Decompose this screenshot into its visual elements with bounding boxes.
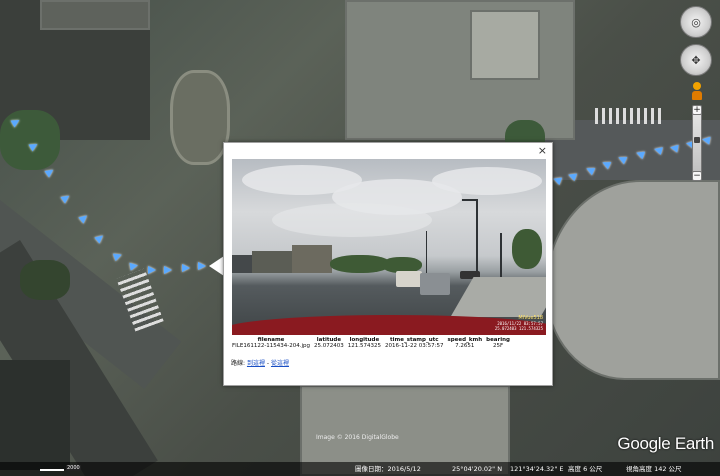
map-trees [0,110,60,170]
track-arrow-icon[interactable] [164,266,172,274]
table-cell: FILE161122-115434-204.jpg [232,343,311,349]
look-control[interactable]: ◎ [680,6,712,38]
table-cell: 25.072403 [314,343,344,349]
photo-tree [330,255,390,273]
map-building [40,0,150,30]
photo-timestamp: 2016/11/22 03:57:57 25.072403 121.574325 [495,321,543,331]
latitude-readout: 25°04'20.02" N [452,465,503,473]
track-arrow-icon[interactable] [669,143,679,153]
photo-building [292,245,332,273]
placemark-balloon: × MiVue518 2016/11/22 03:57:57 25.072403… [223,142,553,386]
attributes-table: filename latitude longitude time_stamp_u… [230,337,512,349]
balloon-pointer [209,256,224,276]
directions-to-here-link[interactable]: 到這裡 [247,360,265,367]
track-arrow-icon[interactable] [148,266,156,274]
map-building [345,0,575,140]
pegman-icon[interactable] [691,82,703,100]
zoom-in-button[interactable]: + [692,105,702,115]
directions-links: 路線: 到這裡 - 從這裡 [231,358,289,367]
photo-building [232,255,252,273]
table-cell: 25F [492,343,504,349]
map-building [545,180,720,380]
photo-car [420,273,450,295]
scale-label: 2000 [66,465,81,471]
close-button[interactable]: × [538,145,547,157]
track-arrow-icon[interactable] [60,192,72,204]
compass-icon: ◎ [691,15,701,29]
table-row: FILE161122-115434-204.jpg 25.072403 121.… [230,343,512,349]
navigation-controls: ◎ ✥ + − [680,6,714,181]
imagery-date: 圖像日期：2016/5/12 [355,465,421,473]
eye-altitude-readout: 視角高度 142 公尺 [626,465,682,473]
move-arrows-icon: ✥ [691,53,701,67]
track-arrow-icon[interactable] [198,262,206,270]
pegman-head [693,82,701,90]
zoom-out-button[interactable]: − [692,171,702,181]
map-building [0,360,70,470]
table-cell: 7.2651 [455,343,475,349]
zoom-slider-handle[interactable] [694,137,700,143]
map-crosswalk [595,108,665,124]
track-arrow-icon[interactable] [182,264,190,272]
table-cell: 121.574325 [347,343,382,349]
track-arrow-icon[interactable] [94,232,106,244]
status-bar: 圖像日期：2016/5/12 25°04'20.02" N 121°34'24.… [0,462,720,476]
dashcam-photo: MiVue518 2016/11/22 03:57:57 25.072403 1… [232,159,546,335]
photo-car [396,271,422,287]
photo-cloud [272,203,432,237]
pegman-body [692,91,702,100]
scale-legend: 2000 [40,465,81,473]
scale-bar [40,469,64,471]
photo-sidewalk [450,277,546,317]
move-control[interactable]: ✥ [680,44,712,76]
imagery-copyright: Image © 2016 DigitalGlobe [316,434,399,441]
google-earth-logo: Google Earth [617,434,714,453]
photo-streetlight [462,199,478,201]
track-arrow-icon[interactable] [112,250,124,262]
photo-tree [512,229,542,269]
zoom-slider[interactable]: + − [692,105,702,181]
track-arrow-icon[interactable] [129,261,139,271]
map-trees [20,260,70,300]
track-arrow-icon[interactable] [44,166,56,178]
photo-cloud [432,167,542,195]
track-arrow-icon[interactable] [551,174,563,186]
track-arrow-icon[interactable] [78,212,90,224]
map-park [170,70,230,165]
photo-building [252,251,292,273]
longitude-readout: 121°34'24.32" E [510,465,564,473]
directions-from-here-link[interactable]: 從這裡 [271,360,289,367]
map-building [470,10,540,80]
table-cell: 2016-11-22 03:57:57 [385,343,444,349]
photo-timestamp-line: 25.072403 121.574325 [494,326,543,331]
elevation-readout: 高度 6 公尺 [568,465,603,473]
directions-label: 路線: [231,360,246,367]
